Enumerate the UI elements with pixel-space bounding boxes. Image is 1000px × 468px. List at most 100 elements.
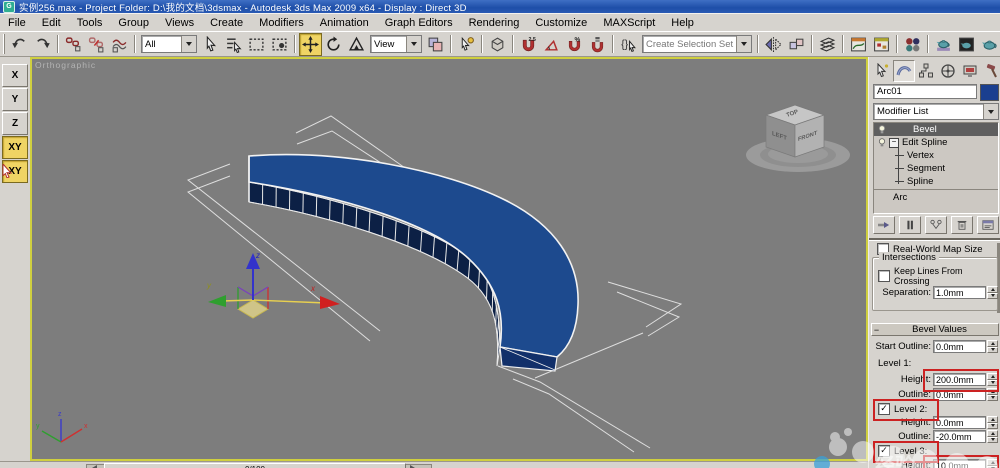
modifier-list-dropdown[interactable]: Modifier List — [873, 103, 999, 120]
spinner-down-icon[interactable] — [987, 394, 998, 401]
tab-motion[interactable] — [937, 60, 959, 82]
snaps-toggle-icon[interactable]: 2.5 — [517, 33, 540, 56]
restrict-z-button[interactable]: Z — [2, 112, 28, 135]
stack-subitem-segment[interactable]: Segment — [874, 162, 998, 175]
menu-item-maxscript[interactable]: MAXScript — [595, 17, 663, 29]
menu-item-graph-editors[interactable]: Graph Editors — [377, 17, 461, 29]
restrict-xy-plane-button[interactable]: XY — [2, 136, 28, 159]
angle-snap-icon[interactable] — [540, 33, 563, 56]
dropdown-arrow-icon[interactable] — [983, 104, 998, 119]
bind-to-space-warp-icon[interactable] — [108, 33, 131, 56]
redo-icon[interactable] — [31, 33, 54, 56]
tab-utilities[interactable] — [981, 60, 1000, 82]
level3-height-field[interactable]: 10.0mm — [933, 459, 986, 468]
unlink-selection-icon[interactable] — [85, 33, 108, 56]
select-and-rotate-icon[interactable] — [322, 33, 345, 56]
level1-height-field[interactable]: 200.0mm — [933, 373, 986, 386]
orthographic-viewport[interactable]: Orthographic z y x z y x TOP LEFT FRONT — [30, 57, 868, 461]
edit-named-selection-sets-icon[interactable]: {} — [617, 33, 640, 56]
keep-lines-checkbox[interactable] — [878, 270, 890, 282]
spinner-down-icon[interactable] — [987, 379, 998, 386]
selection-filter-dropdown[interactable]: All — [141, 35, 197, 53]
curve-editor-icon[interactable] — [847, 33, 870, 56]
spinner-down-icon[interactable] — [987, 422, 998, 429]
separation-spinner[interactable] — [987, 286, 998, 299]
rendered-frame-window-icon[interactable] — [955, 33, 978, 56]
viewcube[interactable]: TOP LEFT FRONT — [746, 104, 850, 172]
time-slider[interactable]: 0/100 — [0, 461, 868, 468]
stack-item-bevel[interactable]: Bevel — [874, 123, 998, 136]
keyboard-shortcut-override-icon[interactable] — [486, 33, 509, 56]
level1-outline-spinner[interactable] — [987, 388, 998, 401]
level2-outline-field[interactable]: -20.0mm — [933, 430, 986, 443]
light-bulb-icon[interactable] — [877, 137, 887, 148]
menu-item-tools[interactable]: Tools — [69, 17, 111, 29]
rectangular-selection-region-icon[interactable] — [245, 33, 268, 56]
stack-subitem-spline[interactable]: Spline — [874, 175, 998, 188]
restrict-x-button[interactable]: X — [2, 64, 28, 87]
mirror-icon[interactable] — [762, 33, 785, 56]
dropdown-arrow-icon[interactable] — [181, 36, 196, 52]
dropdown-arrow-icon[interactable] — [736, 36, 751, 52]
start-outline-spinner[interactable] — [987, 340, 998, 353]
select-and-manipulate-icon[interactable] — [455, 33, 478, 56]
level3-height-spinner[interactable] — [987, 459, 998, 468]
pin-stack-icon[interactable] — [873, 216, 895, 234]
level2-height-field[interactable]: 0.0mm — [933, 416, 986, 429]
tab-hierarchy[interactable] — [915, 60, 937, 82]
object-name-field[interactable]: Arc01 — [873, 84, 977, 99]
toolbar-grip[interactable] — [3, 34, 5, 54]
level1-outline-field[interactable]: 0.0mm — [933, 388, 986, 401]
spinner-snap-icon[interactable] — [586, 33, 609, 56]
make-unique-icon[interactable] — [925, 216, 947, 234]
schematic-view-icon[interactable] — [870, 33, 893, 56]
stack-item-arc[interactable]: Arc — [874, 191, 998, 204]
menu-item-customize[interactable]: Customize — [527, 17, 595, 29]
quick-render-icon[interactable] — [978, 33, 1000, 56]
window-crossing-icon[interactable] — [268, 33, 291, 56]
separation-field[interactable]: 1.0mm — [933, 286, 986, 299]
menu-item-file[interactable]: File — [0, 17, 34, 29]
select-and-scale-icon[interactable] — [345, 33, 368, 56]
menu-item-animation[interactable]: Animation — [312, 17, 377, 29]
layer-manager-icon[interactable] — [816, 33, 839, 56]
level3-checkbox[interactable]: ✓ — [878, 445, 890, 457]
select-and-move-icon[interactable] — [299, 32, 322, 56]
menu-item-create[interactable]: Create — [202, 17, 251, 29]
collapse-icon[interactable]: − — [872, 325, 881, 335]
spinner-down-icon[interactable] — [987, 346, 998, 353]
stack-item-edit-spline[interactable]: − Edit Spline — [874, 136, 998, 149]
menu-item-views[interactable]: Views — [157, 17, 202, 29]
select-and-link-icon[interactable] — [62, 33, 85, 56]
render-setup-icon[interactable] — [932, 33, 955, 56]
level1-height-spinner[interactable] — [987, 373, 998, 386]
remove-modifier-icon[interactable] — [951, 216, 973, 234]
bevel-arc-object[interactable] — [248, 153, 579, 372]
align-icon[interactable] — [785, 33, 808, 56]
restrict-y-button[interactable]: Y — [2, 88, 28, 111]
material-editor-icon[interactable] — [901, 33, 924, 56]
select-by-name-icon[interactable] — [222, 33, 245, 56]
dropdown-arrow-icon[interactable] — [406, 36, 421, 52]
tab-create[interactable] — [871, 60, 893, 82]
select-object-icon[interactable] — [199, 33, 222, 56]
reference-coordinate-system-dropdown[interactable]: View — [370, 35, 422, 53]
level2-checkbox[interactable]: ✓ — [878, 403, 890, 415]
viewport-label[interactable]: Orthographic — [35, 60, 96, 70]
spinner-down-icon[interactable] — [987, 292, 998, 299]
configure-modifier-sets-icon[interactable] — [977, 216, 999, 234]
tab-display[interactable] — [959, 60, 981, 82]
show-end-result-icon[interactable] — [899, 216, 921, 234]
undo-icon[interactable] — [8, 33, 31, 56]
level2-outline-spinner[interactable] — [987, 430, 998, 443]
menu-item-group[interactable]: Group — [110, 17, 157, 29]
menu-item-rendering[interactable]: Rendering — [461, 17, 528, 29]
light-bulb-icon[interactable] — [877, 124, 887, 135]
tab-modify[interactable] — [893, 60, 915, 82]
named-selection-set-combo[interactable]: Create Selection Set — [642, 35, 752, 53]
time-slider-thumb[interactable]: 0/100 — [104, 463, 406, 468]
menu-item-help[interactable]: Help — [663, 17, 702, 29]
start-outline-field[interactable]: 0.0mm — [933, 340, 986, 353]
spinner-down-icon[interactable] — [987, 436, 998, 443]
bevel-values-rollout-header[interactable]: − Bevel Values — [871, 323, 999, 336]
